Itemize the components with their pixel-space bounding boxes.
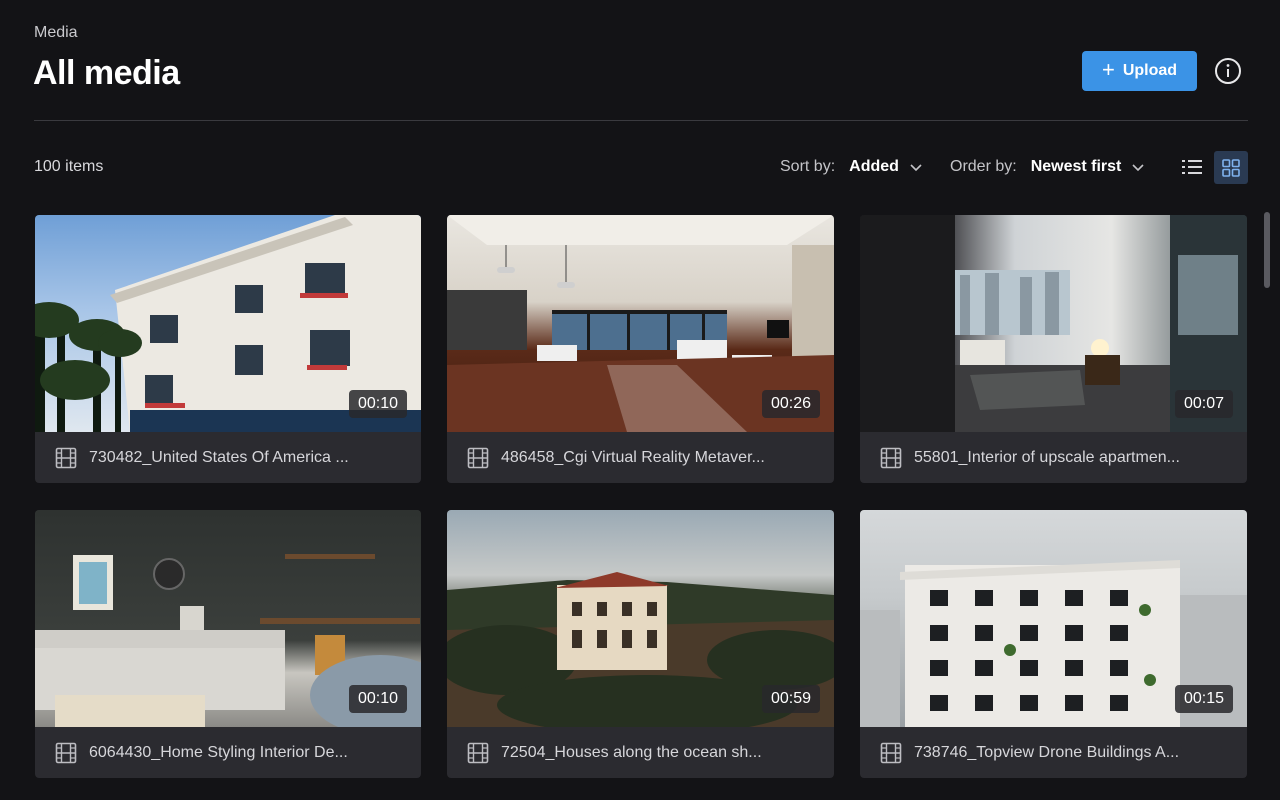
media-thumbnail: 00:10	[35, 215, 421, 432]
media-card[interactable]: 00:10 730482_United States Of America ..…	[35, 215, 421, 483]
duration-badge: 00:10	[348, 685, 407, 713]
chevron-down-icon	[910, 164, 922, 172]
item-count: 100 items	[34, 158, 104, 175]
media-card[interactable]: 00:59 72504_Houses along the ocean sh...	[447, 510, 834, 778]
media-card[interactable]: 00:26 486458_Cgi Virtual Reality Metaver…	[447, 215, 834, 483]
media-title: 738746_Topview Drone Buildings A...	[914, 743, 1180, 761]
media-thumbnail: 00:26	[447, 215, 834, 432]
film-icon	[880, 742, 902, 763]
list-view-icon	[1182, 160, 1202, 174]
duration-badge: 00:15	[1174, 685, 1233, 713]
order-by-dropdown[interactable]: Order by: Newest first	[950, 158, 1145, 176]
media-thumbnail: 00:07	[860, 215, 1247, 432]
sort-by-dropdown[interactable]: Sort by: Added	[780, 158, 923, 176]
plus-icon: +	[1101, 57, 1115, 82]
film-icon	[55, 742, 77, 763]
duration-badge: 00:26	[761, 390, 820, 418]
media-card[interactable]: 00:07 55801_Interior of upscale apartmen…	[860, 215, 1247, 483]
page-title: All media	[33, 54, 180, 92]
order-by-value: Newest first	[1030, 158, 1122, 175]
header-divider	[34, 120, 1248, 121]
film-icon	[880, 447, 902, 468]
media-thumbnail: 00:15	[860, 510, 1247, 727]
media-thumbnail: 00:10	[35, 510, 421, 727]
duration-badge: 00:10	[348, 390, 407, 418]
scrollbar[interactable]	[1264, 212, 1270, 288]
upload-button[interactable]: + Upload	[1082, 51, 1197, 91]
media-title: 55801_Interior of upscale apartmen...	[914, 448, 1180, 466]
duration-badge: 00:07	[1174, 390, 1233, 418]
media-title: 730482_United States Of America ...	[89, 448, 349, 466]
sort-by-label: Sort by:	[780, 158, 836, 175]
order-by-label: Order by:	[950, 158, 1017, 175]
chevron-down-icon	[1132, 164, 1144, 172]
media-title: 486458_Cgi Virtual Reality Metaver...	[501, 448, 765, 466]
sort-by-value: Added	[849, 158, 899, 175]
media-card[interactable]: 00:10 6064430_Home Styling Interior De..…	[35, 510, 421, 778]
grid-view-icon	[1222, 158, 1240, 177]
upload-button-label: Upload	[1122, 62, 1178, 79]
film-icon	[467, 742, 489, 763]
media-title: 6064430_Home Styling Interior De...	[89, 743, 348, 761]
media-title: 72504_Houses along the ocean sh...	[501, 743, 762, 761]
media-thumbnail: 00:59	[447, 510, 834, 727]
list-view-button[interactable]	[1176, 151, 1208, 183]
media-card[interactable]: 00:15 738746_Topview Drone Buildings A..…	[860, 510, 1247, 778]
breadcrumb[interactable]: Media	[34, 24, 78, 42]
grid-view-button[interactable]	[1214, 151, 1248, 184]
duration-badge: 00:59	[761, 685, 820, 713]
info-icon[interactable]	[1214, 57, 1242, 85]
media-grid: 00:10 730482_United States Of America ..…	[35, 215, 1247, 778]
film-icon	[467, 447, 489, 468]
film-icon	[55, 447, 77, 468]
